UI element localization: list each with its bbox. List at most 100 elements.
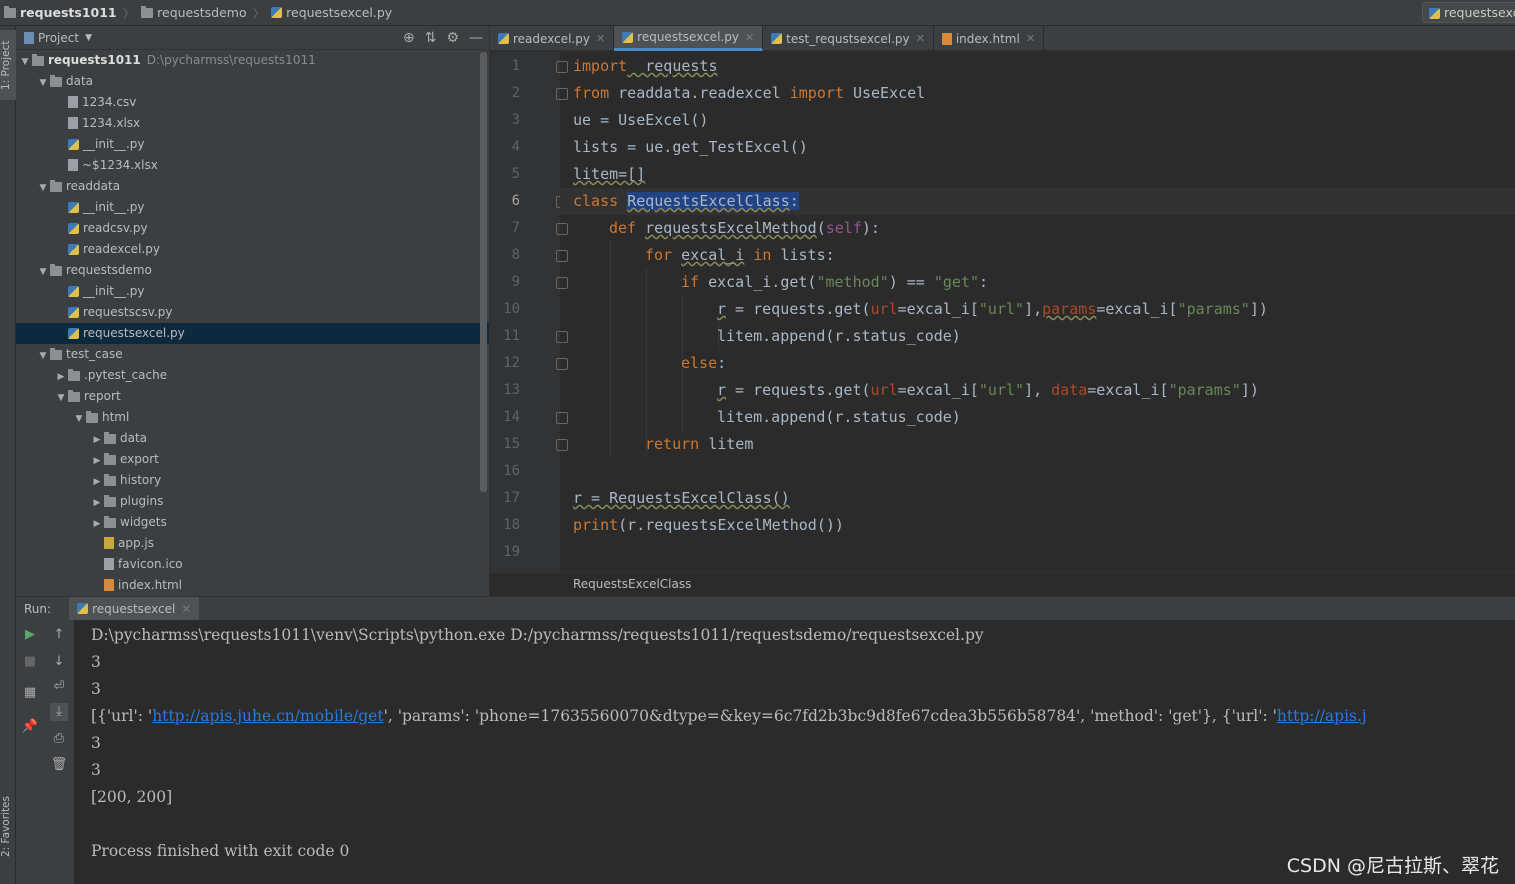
layout-icon[interactable]: ▦ <box>21 684 39 702</box>
tree-item[interactable]: 1234.csv <box>16 92 489 113</box>
tree-item[interactable]: ▶ data <box>16 428 489 449</box>
tree-item[interactable]: ▶ export <box>16 449 489 470</box>
editor-tab[interactable]: index.html ✕ <box>934 26 1045 51</box>
tree-item[interactable]: ▶ .pytest_cache <box>16 365 489 386</box>
editor-tab[interactable]: test_requstsexcel.py ✕ <box>763 26 934 51</box>
tree-item[interactable]: favicon.ico <box>16 554 489 575</box>
tree-item[interactable]: __init__.py <box>16 134 489 155</box>
tree-item[interactable]: ▼ requestsdemo <box>16 260 489 281</box>
fold-marker-icon[interactable] <box>556 250 568 262</box>
fold-marker-icon[interactable] <box>556 412 568 424</box>
close-icon[interactable]: ✕ <box>745 31 754 44</box>
close-icon[interactable]: ✕ <box>596 32 605 45</box>
pin-icon[interactable]: 📌 <box>21 718 39 736</box>
collapse-arrow-icon[interactable]: ▶ <box>90 451 104 472</box>
fold-marker-icon[interactable] <box>556 439 568 451</box>
tree-item[interactable]: ~$1234.xlsx <box>16 155 489 176</box>
code-line[interactable]: r = requests.get(url=excal_i["url"],para… <box>717 296 1268 323</box>
code-line[interactable]: from readdata.readexcel import UseExcel <box>573 80 925 107</box>
tree-item[interactable]: ▼ data <box>16 71 489 92</box>
code-line[interactable]: litem.append(r.status_code) <box>717 323 961 350</box>
expand-arrow-icon[interactable]: ▼ <box>36 73 50 94</box>
code-line[interactable]: ue = UseExcel() <box>573 107 708 134</box>
code-line[interactable]: for excal_i in lists: <box>645 242 835 269</box>
collapse-arrow-icon[interactable]: ▶ <box>54 367 68 388</box>
collapse-all-icon[interactable]: ⇅ <box>425 30 437 46</box>
editor-breadcrumb[interactable]: RequestsExcelClass <box>490 572 1515 596</box>
code-line[interactable]: else: <box>681 350 726 377</box>
code-line[interactable]: litem=[] <box>573 161 645 188</box>
close-icon[interactable]: ✕ <box>916 32 925 45</box>
collapse-arrow-icon[interactable]: ▶ <box>90 430 104 451</box>
expand-arrow-icon[interactable]: ▼ <box>72 409 86 430</box>
code-editor[interactable]: 1 2 3 4 5 6 7 8 9 10 11 12 13 14 15 16 17 18 19 import req… <box>490 52 1515 572</box>
fold-marker-icon[interactable] <box>556 331 568 343</box>
run-tab[interactable]: requestsexcel ✕ <box>69 596 200 621</box>
tree-item[interactable]: requestsexcel.py <box>16 323 489 344</box>
console-link[interactable]: http://apis.juhe.cn/mobile/get <box>152 707 383 725</box>
tree-item[interactable]: readcsv.py <box>16 218 489 239</box>
tree-item[interactable]: ▼ readdata <box>16 176 489 197</box>
expand-arrow-icon[interactable]: ▼ <box>36 262 50 283</box>
minimize-icon[interactable]: — <box>469 30 483 46</box>
expand-arrow-icon[interactable]: ▼ <box>36 346 50 367</box>
code-line[interactable]: r = RequestsExcelClass() <box>573 485 790 512</box>
stop-icon[interactable]: ■ <box>21 653 39 671</box>
project-view-selector[interactable]: Project <box>38 31 79 45</box>
code-line[interactable]: def requestsExcelMethod(self): <box>609 215 880 242</box>
gear-icon[interactable]: ⚙ <box>446 30 459 46</box>
editor-tab[interactable]: requestsexcel.py ✕ <box>614 26 764 51</box>
tree-item[interactable]: ▼ test_case <box>16 344 489 365</box>
scroll-up-icon[interactable]: ↑ <box>50 626 68 644</box>
close-icon[interactable]: ✕ <box>1026 32 1035 45</box>
tree-item[interactable]: __init__.py <box>16 281 489 302</box>
scroll-down-icon[interactable]: ↓ <box>50 653 68 671</box>
tree-item[interactable]: ▶ history <box>16 470 489 491</box>
scroll-to-end-icon[interactable]: ⤓ <box>50 703 68 721</box>
code-line[interactable]: import requests <box>573 53 718 80</box>
collapse-arrow-icon[interactable]: ▶ <box>90 493 104 514</box>
tree-item[interactable]: ▼ html <box>16 407 489 428</box>
tree-item[interactable]: __init__.py <box>16 197 489 218</box>
code-line[interactable]: class RequestsExcelClass: <box>560 188 1515 215</box>
run-configuration-selector[interactable]: requestsexcel <box>1422 2 1515 23</box>
expand-arrow-icon[interactable]: ▼ <box>36 178 50 199</box>
breadcrumb-file[interactable]: requestsexcel.py <box>271 5 392 20</box>
expand-arrow-icon[interactable]: ▼ <box>54 388 68 409</box>
close-icon[interactable]: ✕ <box>181 602 191 616</box>
code-line[interactable]: r = requests.get(url=excal_i["url"], dat… <box>717 377 1259 404</box>
fold-marker-icon[interactable] <box>556 88 568 100</box>
collapse-arrow-icon[interactable]: ▶ <box>90 472 104 493</box>
trash-icon[interactable]: 🗑 <box>50 756 68 774</box>
code-line[interactable]: return litem <box>645 431 753 458</box>
chevron-down-icon[interactable]: ▼ <box>85 33 92 43</box>
tree-item[interactable]: 1234.xlsx <box>16 113 489 134</box>
tree-root[interactable]: ▼ requests1011 D:\pycharmss\requests1011 <box>16 50 489 71</box>
tree-item[interactable]: requestscsv.py <box>16 302 489 323</box>
project-scrollbar[interactable] <box>480 52 487 492</box>
code-line[interactable]: print(r.requestsExcelMethod()) <box>573 512 844 539</box>
tree-item[interactable]: ▶ widgets <box>16 512 489 533</box>
breadcrumb-project[interactable]: requests1011 <box>4 5 117 20</box>
favorites-tool-tab[interactable]: 2: Favorites <box>0 782 16 872</box>
fold-marker-icon[interactable] <box>556 358 568 370</box>
code-line[interactable]: lists = ue.get_TestExcel() <box>573 134 808 161</box>
tree-item[interactable]: readexcel.py <box>16 239 489 260</box>
tree-item[interactable]: app.js <box>16 533 489 554</box>
fold-marker-icon[interactable] <box>556 277 568 289</box>
fold-marker-icon[interactable] <box>556 223 568 235</box>
code-line[interactable]: if excal_i.get("method") == "get": <box>681 269 988 296</box>
rerun-icon[interactable]: ▶ <box>21 626 39 644</box>
editor-tab[interactable]: readexcel.py ✕ <box>490 26 615 51</box>
code-line[interactable]: litem.append(r.status_code) <box>717 404 961 431</box>
console-link[interactable]: http://apis.j <box>1277 707 1367 725</box>
print-icon[interactable]: ⎙ <box>50 730 68 748</box>
tree-item[interactable]: ▶ plugins <box>16 491 489 512</box>
tree-item[interactable]: index.html <box>16 575 489 596</box>
locate-icon[interactable]: ⊕ <box>403 30 415 46</box>
fold-marker-icon[interactable] <box>556 61 568 73</box>
breadcrumb-folder[interactable]: requestsdemo <box>141 5 247 20</box>
run-console[interactable]: D:\pycharmss\requests1011\venv\Scripts\p… <box>74 620 1515 884</box>
project-tool-tab[interactable]: 1: Project <box>0 30 16 100</box>
soft-wrap-icon[interactable]: ⏎ <box>50 678 68 696</box>
